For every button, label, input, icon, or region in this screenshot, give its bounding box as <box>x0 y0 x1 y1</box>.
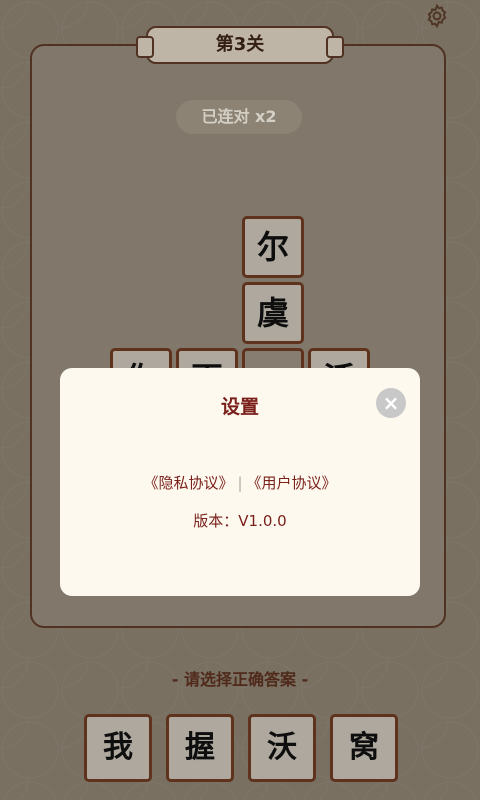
link-separator: | <box>237 474 243 492</box>
privacy-policy-link[interactable]: 《隐私协议》 <box>143 474 233 492</box>
settings-modal: 设置 × 《隐私协议》 | 《用户协议》 版本：V1.0.0 <box>60 368 420 596</box>
close-button[interactable]: × <box>376 388 406 418</box>
close-icon: × <box>382 391 400 415</box>
agreement-links: 《隐私协议》 | 《用户协议》 <box>60 472 420 493</box>
modal-title: 设置 <box>220 396 259 418</box>
version-text: 版本：V1.0.0 <box>193 512 287 530</box>
user-agreement-link[interactable]: 《用户协议》 <box>247 474 337 492</box>
